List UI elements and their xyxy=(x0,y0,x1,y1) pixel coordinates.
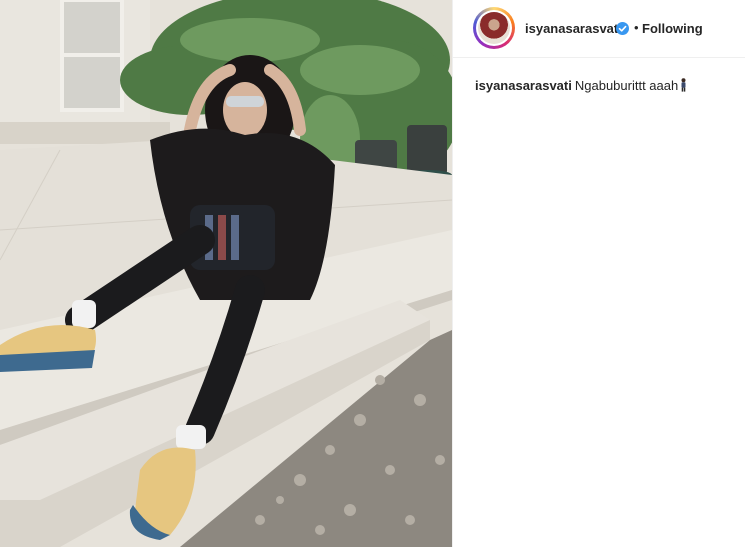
post-sidebar: isyanasarasvati • Following isyanasarasv… xyxy=(452,0,745,547)
separator-dot: • xyxy=(634,20,639,35)
avatar[interactable] xyxy=(473,7,515,49)
header-username[interactable]: isyanasarasvati xyxy=(525,21,622,36)
post-header: isyanasarasvati • Following xyxy=(453,0,745,58)
post-photo[interactable] xyxy=(0,0,452,547)
verified-badge-icon xyxy=(616,22,629,35)
post-caption: isyanasarasvati Ngabuburittt aaah xyxy=(475,77,730,95)
avatar-border xyxy=(476,10,512,46)
post-photo-graphic xyxy=(0,0,452,547)
avatar-photo xyxy=(478,12,510,44)
person-standing-icon xyxy=(681,78,686,92)
caption-username[interactable]: isyanasarasvati xyxy=(475,78,572,93)
caption-text: Ngabuburittt aaah xyxy=(574,78,679,93)
following-button[interactable]: Following xyxy=(642,21,703,36)
